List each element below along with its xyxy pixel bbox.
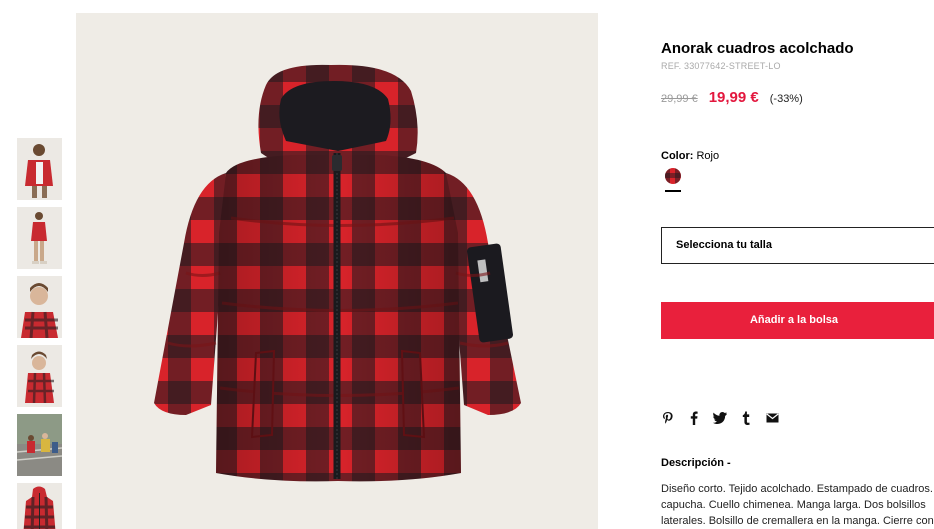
kid-closeup-icon: [17, 276, 62, 338]
thumbnail-5[interactable]: [17, 414, 62, 476]
sale-price: 19,99 €: [708, 89, 759, 106]
discount-badge: (-33%): [769, 93, 803, 105]
description-title: Descripción -: [661, 457, 731, 469]
share-icons: [661, 411, 791, 425]
product-title: Anorak cuadros acolchado: [661, 40, 854, 57]
color-label-row: Color: Rojo: [661, 150, 719, 162]
twitter-icon[interactable]: [713, 411, 727, 425]
color-label: Color:: [661, 150, 694, 162]
thumbnail-list: [17, 138, 62, 529]
product-main-image[interactable]: [76, 13, 598, 529]
plaid-jacket-image: [76, 13, 598, 529]
selected-swatch-indicator: [665, 190, 681, 192]
kid-hooded-icon: [17, 345, 62, 407]
facebook-icon[interactable]: [687, 411, 701, 425]
jacket-flat-icon: [17, 483, 62, 529]
email-icon[interactable]: [765, 411, 779, 425]
product-info-panel: Anorak cuadros acolchado REF. 33077642-S…: [661, 0, 934, 529]
kid-wearing-jacket-open-icon: [17, 138, 62, 200]
kid-full-body-icon: [17, 207, 62, 269]
thumbnail-6[interactable]: [17, 483, 62, 529]
thumbnail-3[interactable]: [17, 276, 62, 338]
plaid-swatch-icon: [665, 168, 681, 184]
thumbnail-1[interactable]: [17, 138, 62, 200]
size-select[interactable]: Selecciona tu talla: [661, 227, 934, 264]
color-value: Rojo: [696, 150, 720, 162]
color-swatch-rojo[interactable]: [665, 168, 681, 184]
old-price: 29,99 €: [661, 93, 698, 105]
description-text: Diseño corto. Tejido acolchado. Estampad…: [661, 483, 934, 527]
thumbnail-4[interactable]: [17, 345, 62, 407]
add-to-bag-button[interactable]: Añadir a la bolsa: [661, 302, 934, 339]
product-reference: REF. 33077642-STREET-LO: [661, 61, 781, 71]
thumbnail-2[interactable]: [17, 207, 62, 269]
kids-outdoor-scene-icon: [17, 414, 62, 476]
price-row: 29,99 € 19,99 € (-33%): [661, 89, 803, 106]
tumblr-icon[interactable]: [739, 411, 753, 425]
pinterest-icon[interactable]: [661, 411, 675, 425]
